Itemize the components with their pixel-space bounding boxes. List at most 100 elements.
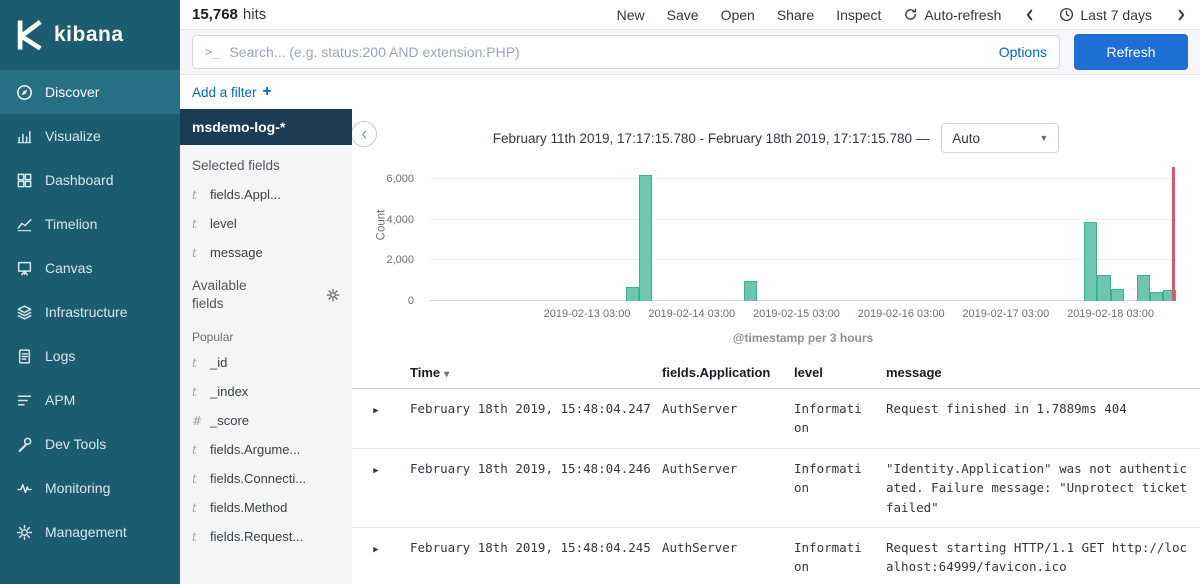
selected-fields-list: tfields.Appl...tlevel t message: [180, 180, 352, 267]
options-link[interactable]: Options: [999, 44, 1047, 60]
nav-item-visualize[interactable]: Visualize: [0, 114, 180, 158]
nav-item-dev-tools[interactable]: Dev Tools: [0, 422, 180, 466]
kibana-logo[interactable]: kibana: [0, 0, 180, 70]
cell-message: Request finished in 1.7889ms 404: [876, 389, 1200, 449]
histogram-bar: [744, 281, 757, 301]
field-name: _index: [210, 384, 248, 399]
infrastructure-icon: [16, 304, 33, 321]
time-range-label: February 11th 2019, 17:17:15.780 - Febru…: [493, 131, 930, 146]
filter-bar: Add a filter +: [180, 75, 1200, 109]
field-item-_index[interactable]: t_index: [180, 377, 352, 406]
nav-item-management[interactable]: Management: [0, 510, 180, 554]
field-name: fields.Request...: [210, 529, 303, 544]
x-tick-label: 2019-02-15 03:00: [753, 308, 840, 320]
kibana-app: kibana Discover Visualize DashboardTimelio…: [0, 0, 1200, 584]
expand-row-button[interactable]: ▶: [373, 466, 378, 476]
y-tick-label: 0: [408, 295, 414, 307]
cell-message: "Identity.Application" was not authentic…: [876, 448, 1200, 527]
y-tick-label: 6,000: [386, 173, 414, 185]
field-item-message[interactable]: t message: [180, 238, 352, 267]
table-body: ▶February 18th 2019, 15:48:04.247AuthSer…: [352, 389, 1200, 584]
field-item-fields-request[interactable]: t fields.Request...: [180, 522, 352, 551]
inspect-button[interactable]: Inspect: [836, 7, 881, 23]
field-item-fields-appl[interactable]: tfields.Appl...: [180, 180, 352, 209]
hits-label: hits: [243, 6, 266, 23]
column-header-fields-application[interactable]: fields.Application: [652, 357, 784, 389]
nav-item-label: APM: [45, 392, 75, 408]
discover-icon: [16, 84, 33, 101]
y-axis: 02,0004,0006,000: [352, 169, 420, 301]
kibana-logo-icon: [14, 20, 44, 50]
current-time-marker: [1172, 167, 1175, 301]
y-tick-label: 4,000: [386, 214, 414, 226]
nav-items: Discover Visualize DashboardTimelionCanvas…: [0, 70, 180, 554]
nav-item-label: Infrastructure: [45, 304, 127, 320]
add-filter-link[interactable]: Add a filter +: [192, 84, 272, 100]
nav-item-label: Visualize: [45, 128, 101, 144]
gridline: [430, 300, 1176, 301]
search-input[interactable]: [229, 44, 988, 60]
column-header-message[interactable]: message: [876, 357, 1200, 389]
field-name: fields.Argume...: [210, 442, 300, 457]
nav-item-canvas[interactable]: Canvas: [0, 246, 180, 290]
global-nav: kibana Discover Visualize DashboardTimelio…: [0, 0, 180, 584]
time-forward-button[interactable]: [1174, 8, 1188, 22]
expand-cell: ▶: [352, 448, 400, 527]
sort-desc-icon: ▾: [444, 369, 449, 380]
nav-item-discover[interactable]: Discover: [0, 70, 180, 114]
field-type-icon: t: [192, 530, 201, 544]
plus-icon: +: [263, 84, 272, 100]
nav-item-timelion[interactable]: Timelion: [0, 202, 180, 246]
visualize-icon: [16, 128, 33, 145]
nav-item-logs[interactable]: Logs: [0, 334, 180, 378]
open-button[interactable]: Open: [721, 7, 755, 23]
nav-item-dashboard[interactable]: Dashboard: [0, 158, 180, 202]
field-item-level[interactable]: tlevel: [180, 209, 352, 238]
table-header-row: Time▾fields.Applicationlevelmessage: [352, 357, 1200, 389]
field-item-_score[interactable]: #_score: [180, 406, 352, 435]
share-button[interactable]: Share: [777, 7, 814, 23]
cell-level: Information: [784, 448, 876, 527]
nav-item-infrastructure[interactable]: Infrastructure: [0, 290, 180, 334]
field-item-fields-argume[interactable]: tfields.Argume...: [180, 435, 352, 464]
field-item-fields-connecti[interactable]: tfields.Connecti...: [180, 464, 352, 493]
nav-item-label: Monitoring: [45, 480, 110, 496]
histogram-bar: [1150, 292, 1163, 301]
hits-counter: 15,768 hits: [192, 6, 266, 23]
collapse-sidebar-button[interactable]: [352, 121, 377, 147]
cell-time: February 18th 2019, 15:48:04.246: [400, 448, 652, 527]
app-name: kibana: [54, 23, 124, 47]
hits-value: 15,768: [192, 6, 238, 23]
expand-row-button[interactable]: ▶: [373, 406, 378, 416]
cell-time: February 18th 2019, 15:48:04.245: [400, 527, 652, 584]
refresh-button[interactable]: Refresh: [1074, 34, 1188, 70]
nav-item-apm[interactable]: APM: [0, 378, 180, 422]
interval-select[interactable]: Auto ▼: [941, 123, 1059, 153]
time-back-button[interactable]: [1023, 8, 1037, 22]
field-name: message: [210, 245, 263, 260]
histogram-plot[interactable]: [430, 169, 1176, 301]
field-item-fields-method[interactable]: tfields.Method: [180, 493, 352, 522]
time-picker-button[interactable]: Last 7 days: [1059, 7, 1152, 23]
nav-item-monitoring[interactable]: Monitoring: [0, 466, 180, 510]
auto-refresh-button[interactable]: Auto-refresh: [903, 7, 1001, 23]
histogram-bar: [1137, 275, 1150, 301]
available-fields-title: Available fields: [180, 267, 352, 320]
top-menu: New Save Open Share Inspect Auto-refresh Las…: [617, 7, 1188, 23]
field-name: level: [210, 216, 237, 231]
new-button[interactable]: New: [617, 7, 645, 23]
expand-row-button[interactable]: ▶: [373, 545, 378, 555]
documents-table: Time▾fields.Applicationlevelmessage ▶Feb…: [352, 357, 1200, 584]
cell-application: AuthServer: [652, 448, 784, 527]
column-header-level[interactable]: level: [784, 357, 876, 389]
column-header-time[interactable]: Time▾: [400, 357, 652, 389]
histogram-bar: [1111, 289, 1124, 301]
index-pattern-selector[interactable]: msdemo-log-*: [180, 109, 352, 145]
search-bar: >_ Options Refresh: [180, 29, 1200, 75]
field-type-icon: t: [192, 501, 201, 515]
histogram-bar: [1097, 275, 1110, 301]
save-button[interactable]: Save: [667, 7, 699, 23]
field-type-icon: t: [192, 246, 201, 260]
field-settings-gear-icon[interactable]: [326, 288, 340, 302]
field-item-_id[interactable]: t_id: [180, 348, 352, 377]
